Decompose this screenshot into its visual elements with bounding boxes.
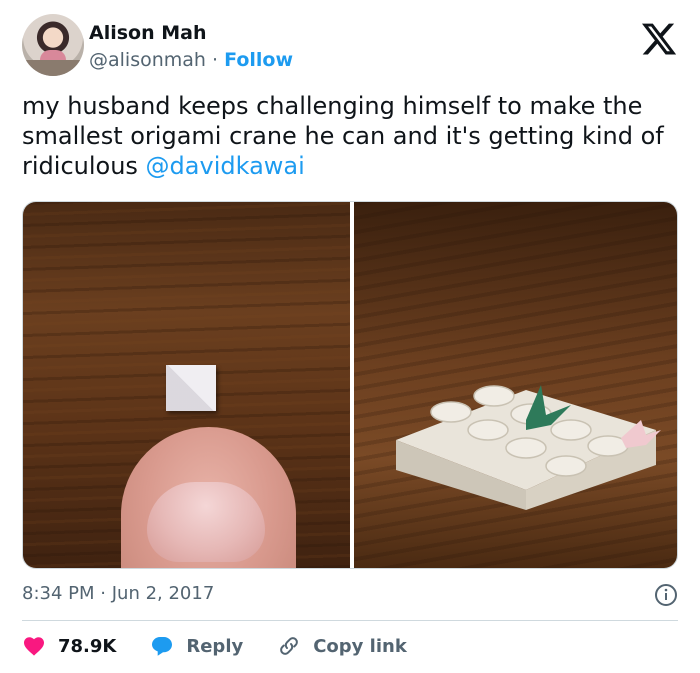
lego-brick bbox=[396, 385, 661, 510]
media-photo-thumb-crane[interactable] bbox=[23, 202, 350, 568]
tweet-text: my husband keeps challenging himself to … bbox=[22, 91, 682, 181]
thumbnail-nail bbox=[147, 482, 265, 562]
tweet-timestamp[interactable]: 8:34 PM · Jun 2, 2017 bbox=[22, 583, 214, 604]
timestamp-separator: · bbox=[100, 583, 106, 604]
author-handle-row: @alisonmah · Follow bbox=[89, 49, 293, 71]
avatar-desk bbox=[22, 60, 84, 76]
tweet-header: Alison Mah @alisonmah · Follow bbox=[22, 14, 682, 78]
copy-link-button[interactable]: Copy link bbox=[277, 634, 407, 658]
reply-label: Reply bbox=[186, 635, 244, 657]
tweet-date: Jun 2, 2017 bbox=[111, 583, 215, 604]
media-photo-lego-cranes[interactable] bbox=[354, 202, 677, 568]
divider bbox=[22, 620, 678, 621]
like-count: 78.9K bbox=[58, 635, 117, 657]
author-name[interactable]: Alison Mah bbox=[89, 22, 207, 44]
reply-icon bbox=[152, 637, 173, 656]
reply-button[interactable]: Reply bbox=[150, 634, 243, 658]
mention-link[interactable]: @davidkawai bbox=[146, 152, 305, 180]
author-handle[interactable]: @alisonmah bbox=[89, 49, 206, 71]
x-logo-icon[interactable] bbox=[640, 20, 678, 58]
tweet-body: my husband keeps challenging himself to … bbox=[22, 92, 664, 180]
handle-separator: · bbox=[212, 49, 219, 71]
avatar[interactable] bbox=[22, 14, 84, 76]
tiny-paper-square bbox=[166, 365, 216, 411]
heart-icon bbox=[24, 637, 44, 656]
action-bar: 78.9K Reply Copy link bbox=[22, 632, 441, 660]
tweet-time: 8:34 PM bbox=[22, 583, 95, 604]
like-button[interactable]: 78.9K bbox=[22, 634, 116, 658]
info-icon[interactable] bbox=[654, 583, 678, 607]
copy-link-label: Copy link bbox=[313, 635, 407, 657]
tweet-media[interactable] bbox=[22, 201, 678, 569]
link-icon bbox=[280, 637, 299, 655]
follow-button[interactable]: Follow bbox=[224, 49, 293, 71]
